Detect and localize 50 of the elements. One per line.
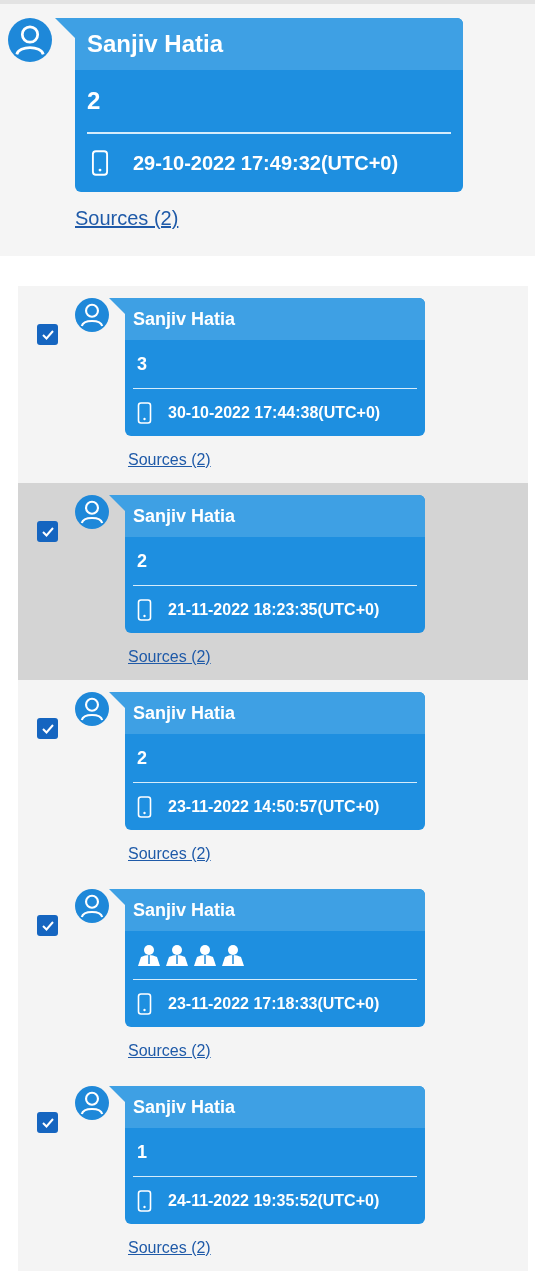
sources-link[interactable]: Sources (2) — [128, 1236, 211, 1260]
sender-name: Sanjiv Hatia — [87, 29, 224, 59]
message-text: 2 — [87, 86, 101, 116]
timestamp: 29-10-2022 17:49:32(UTC+0) — [133, 151, 399, 176]
phone-icon — [137, 992, 152, 1015]
timestamp: 24-11-2022 19:35:52(UTC+0) — [168, 1190, 380, 1211]
sources-link[interactable]: Sources (2) — [128, 448, 211, 472]
bubble-tail — [109, 889, 125, 905]
avatar-icon — [75, 889, 109, 923]
sources-link[interactable]: Sources (2) — [128, 1039, 211, 1063]
sources-link[interactable]: Sources (2) — [75, 204, 179, 232]
message-text: 1 — [137, 1141, 147, 1164]
message-text: 2 — [137, 550, 147, 573]
message-text: 3 — [137, 353, 147, 376]
checkbox[interactable] — [37, 324, 58, 345]
phone-icon — [137, 795, 152, 818]
sender-name: Sanjiv Hatia — [133, 308, 236, 331]
bubble-tail — [109, 298, 125, 314]
avatar-icon — [75, 692, 109, 726]
sender-name: Sanjiv Hatia — [133, 505, 236, 528]
checkbox[interactable] — [37, 521, 58, 542]
timestamp: 21-11-2022 18:23:35(UTC+0) — [168, 599, 380, 620]
checkbox[interactable] — [37, 1112, 58, 1133]
timestamp: 23-11-2022 14:50:57(UTC+0) — [168, 796, 380, 817]
avatar-icon — [75, 298, 109, 332]
person-icon — [193, 944, 217, 966]
phone-icon — [137, 1189, 152, 1212]
timestamp: 30-10-2022 17:44:38(UTC+0) — [168, 402, 381, 423]
person-icon — [165, 944, 189, 966]
message-row[interactable]: Sanjiv Hatia 2 21-11-2022 18:23:35(UTC+0) Sources (2) — [18, 483, 528, 680]
avatar-icon — [75, 495, 109, 529]
person-icon — [137, 944, 161, 966]
timestamp: 23-11-2022 17:18:33(UTC+0) — [168, 993, 380, 1014]
bubble-tail — [109, 495, 125, 511]
avatar-icon — [8, 18, 52, 62]
bubble-tail — [109, 1086, 125, 1102]
sources-link[interactable]: Sources (2) — [128, 842, 211, 866]
person-icon — [221, 944, 245, 966]
checkbox[interactable] — [37, 915, 58, 936]
bubble-tail — [109, 692, 125, 708]
phone-icon — [137, 401, 152, 424]
message-text: 2 — [137, 747, 147, 770]
phone-icon — [137, 598, 152, 621]
checkbox[interactable] — [37, 718, 58, 739]
sender-name: Sanjiv Hatia — [133, 702, 236, 725]
sender-name: Sanjiv Hatia — [133, 899, 236, 922]
sources-link[interactable]: Sources (2) — [128, 645, 211, 669]
sender-name: Sanjiv Hatia — [133, 1096, 236, 1119]
phone-icon — [91, 150, 109, 176]
avatar-icon — [75, 1086, 109, 1120]
